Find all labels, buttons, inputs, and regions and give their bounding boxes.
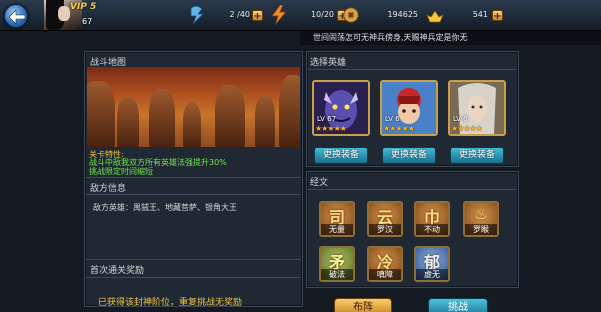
hero-level: LV 67 <box>317 115 337 123</box>
scripture-item[interactable]: 云 罗汉 <box>367 201 403 237</box>
announcement-marquee: 世间闹荡怎可无神兵傍身,天赐神兵定是你无 <box>300 31 601 45</box>
scripture-item[interactable]: 郁 虚无 <box>414 246 450 282</box>
top-bar: VIP 5 67 2 /40 + 10/20 + 194625 541 + <box>0 0 601 31</box>
first-clear-reward-title: 首次通关奖励 <box>90 266 145 276</box>
back-arrow-icon <box>9 10 25 24</box>
first-clear-reward-text: 已获得该封神阶位，重复挑战无奖励 <box>98 298 243 308</box>
avatar-face <box>58 6 70 21</box>
coin-icon <box>343 7 359 23</box>
energy-value: 10/20 <box>310 10 334 19</box>
scripture-item[interactable]: 巾 不动 <box>414 201 450 237</box>
gold-value: 541 <box>472 10 488 19</box>
hero-stars: ★★★★★ <box>315 124 347 133</box>
divider <box>86 194 301 195</box>
hero-slot-3[interactable]: LV 6 ★★★★★ <box>448 80 506 136</box>
map-rock <box>183 103 201 147</box>
scripture-name: 不动 <box>416 224 448 235</box>
hero-slot-2[interactable]: LV 6 ★★★★★ <box>380 80 438 136</box>
divider <box>308 69 517 70</box>
hero-slot-1[interactable]: LV 67 ★★★★★ <box>312 80 370 136</box>
enemy-heroes-text: 敌方英雄：禺狨王、地藏菩萨、银角大王 <box>93 203 237 212</box>
scripture-name: 破法 <box>321 269 353 280</box>
scripture-title: 经文 <box>310 178 329 188</box>
add-stamina-button[interactable]: + <box>252 10 263 22</box>
scripture-item[interactable]: ♨ 罗睺 <box>463 201 499 237</box>
divider <box>86 259 301 260</box>
hero-level: LV 6 <box>453 115 468 123</box>
vip-badge[interactable]: VIP 5 <box>70 2 96 12</box>
change-equipment-button-1[interactable]: 更换装备 <box>314 147 368 164</box>
map-rock <box>117 97 139 147</box>
change-equipment-button-2[interactable]: 更换装备 <box>382 147 436 164</box>
scripture-name: 罗睺 <box>465 224 497 235</box>
select-heroes-title: 选择英雄 <box>310 58 347 68</box>
scripture-name: 无量 <box>321 224 353 235</box>
enemy-info-title: 敌方信息 <box>90 184 127 194</box>
player-level: 67 <box>82 17 93 26</box>
stamina-value: 2 /40 <box>229 10 250 19</box>
challenge-button[interactable]: 挑战 <box>428 298 488 312</box>
scripture-name: 嗔障 <box>369 269 401 280</box>
add-gold-button[interactable]: + <box>492 10 503 22</box>
scripture-item[interactable]: 司 无量 <box>319 201 355 237</box>
map-rock <box>149 89 175 147</box>
map-rock <box>215 85 245 147</box>
stamina-icon <box>190 5 204 25</box>
formation-button[interactable]: 布阵 <box>334 298 392 312</box>
stage-trait: 挑战限定时间缩短 <box>89 167 153 176</box>
change-equipment-button-3[interactable]: 更换装备 <box>450 147 504 164</box>
divider <box>308 189 517 190</box>
energy-icon <box>271 5 287 25</box>
coin-value: 194625 <box>387 10 418 19</box>
scripture-icon: ♨ <box>473 204 489 223</box>
scripture-item[interactable]: 矛 破法 <box>319 246 355 282</box>
scripture-name: 罗汉 <box>369 224 401 235</box>
scripture-item[interactable]: 冷 嗔障 <box>367 246 403 282</box>
hero-stars: ★★★★★ <box>383 124 415 133</box>
back-button[interactable] <box>4 4 28 28</box>
divider <box>86 277 301 278</box>
hero-level: LV 6 <box>385 115 400 123</box>
battle-map-image <box>87 67 300 147</box>
hero-stars: ★★★★★ <box>451 124 483 133</box>
divider <box>86 177 301 178</box>
scripture-name: 虚无 <box>416 269 448 280</box>
map-rock <box>87 81 115 147</box>
gold-ingot-icon <box>426 10 444 23</box>
map-rock <box>255 95 275 147</box>
map-rock <box>279 75 300 147</box>
